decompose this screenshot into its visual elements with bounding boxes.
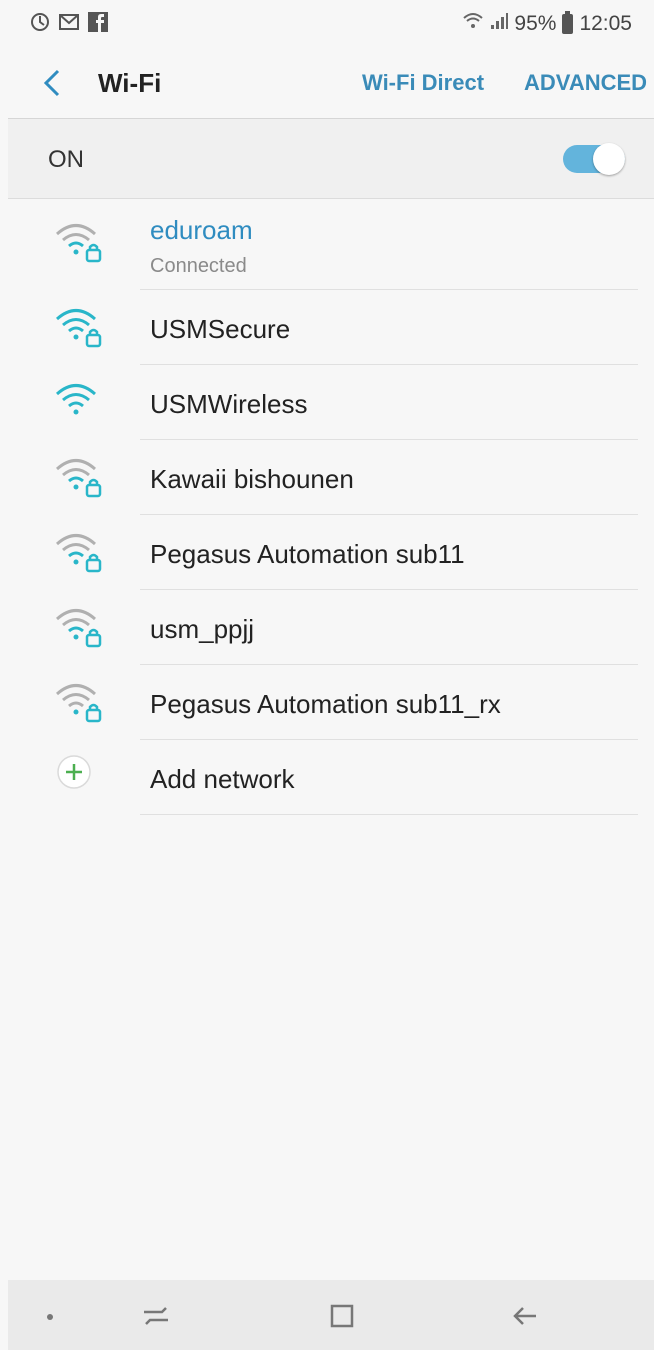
wifi-icon xyxy=(56,384,96,415)
facebook-icon xyxy=(88,12,108,32)
network-name: Pegasus Automation sub11_rx xyxy=(150,689,501,719)
home-icon xyxy=(330,1304,354,1328)
recent-apps-button[interactable] xyxy=(136,1300,176,1332)
back-button[interactable] xyxy=(38,66,68,100)
wifi-locked-icon xyxy=(56,534,102,573)
status-time: 12:05 xyxy=(579,12,632,35)
advanced-button[interactable]: ADVANCED xyxy=(524,70,647,96)
back-icon xyxy=(513,1307,536,1325)
navigation-bar xyxy=(8,1280,654,1350)
wifi-locked-icon xyxy=(56,224,102,263)
wifi-direct-button[interactable]: Wi-Fi Direct xyxy=(362,70,484,96)
add-network-item[interactable]: Add network xyxy=(0,740,654,815)
network-name: USMWireless xyxy=(150,389,308,419)
recent-apps-icon xyxy=(144,1307,168,1325)
network-list: eduroam Connected USMSecure USMWireless xyxy=(0,199,654,815)
battery-percent: 95% xyxy=(514,12,557,35)
status-bar: 95% 12:05 xyxy=(0,0,654,50)
network-item-pegasus-sub11[interactable]: Pegasus Automation sub11 xyxy=(0,515,654,590)
back-arrow-icon xyxy=(43,69,60,97)
row-divider xyxy=(140,814,638,815)
network-name: Pegasus Automation sub11 xyxy=(150,539,465,569)
network-name: USMSecure xyxy=(150,314,291,344)
wifi-locked-icon xyxy=(56,459,102,498)
wifi-toggle-label: ON xyxy=(48,146,84,173)
add-network-label: Add network xyxy=(150,764,295,794)
wifi-toggle-row[interactable]: ON xyxy=(8,119,654,199)
toggle-knob xyxy=(593,143,625,175)
battery-icon xyxy=(562,11,574,34)
network-name: Kawaii bishounen xyxy=(150,464,354,494)
network-item-kawaii-bishounen[interactable]: Kawaii bishounen xyxy=(0,440,654,515)
home-button[interactable] xyxy=(322,1300,362,1332)
status-bar-notification-icons xyxy=(30,12,108,32)
dot-icon xyxy=(47,1314,53,1320)
wifi-locked-icon xyxy=(56,609,102,648)
nav-dot-button[interactable] xyxy=(30,1300,70,1332)
wifi-status-icon xyxy=(462,12,484,36)
network-item-pegasus-sub11-rx[interactable]: Pegasus Automation sub11_rx xyxy=(0,665,654,740)
add-icon xyxy=(57,755,91,789)
network-item-eduroam[interactable]: eduroam Connected xyxy=(0,199,654,290)
app-bar: Wi-Fi Wi-Fi Direct ADVANCED xyxy=(0,50,654,118)
network-name: eduroam xyxy=(150,215,253,245)
wifi-locked-icon xyxy=(56,309,102,348)
network-item-usmwireless[interactable]: USMWireless xyxy=(0,365,654,440)
status-bar-system: 95% 12:05 xyxy=(462,11,632,36)
do-not-disturb-icon xyxy=(30,12,50,32)
page-title: Wi-Fi xyxy=(98,68,162,98)
network-item-usmsecure[interactable]: USMSecure xyxy=(0,290,654,365)
nav-back-button[interactable] xyxy=(506,1300,546,1332)
gmail-icon xyxy=(59,12,79,32)
wifi-locked-icon xyxy=(56,684,102,723)
wifi-toggle-switch[interactable] xyxy=(563,143,625,175)
network-name: usm_ppjj xyxy=(150,614,255,644)
network-item-usm-ppjj[interactable]: usm_ppjj xyxy=(0,590,654,665)
network-status: Connected xyxy=(150,255,247,277)
signal-icon xyxy=(490,12,509,36)
